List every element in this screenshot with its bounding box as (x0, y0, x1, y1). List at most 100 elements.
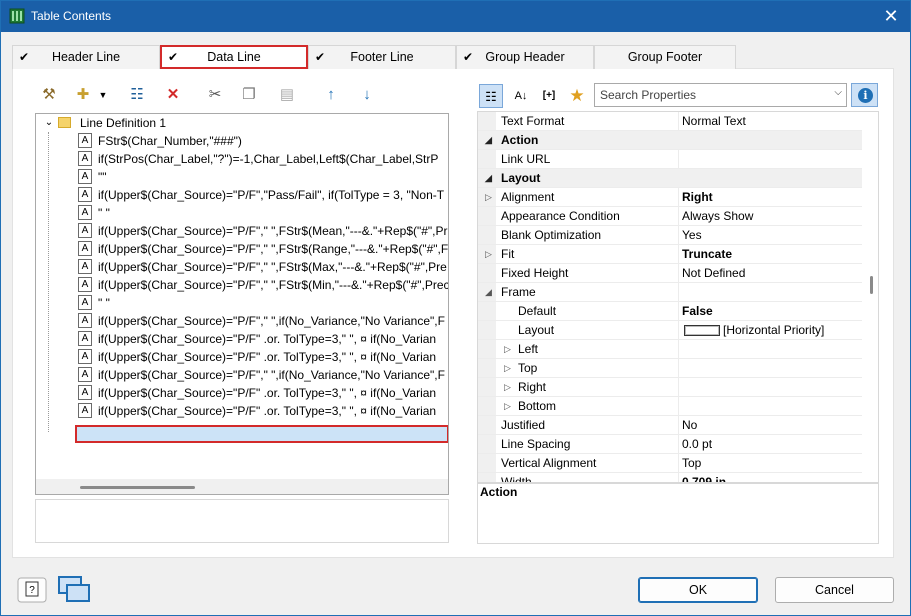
tree-item-label: if(Upper$(Char_Source)="P/F"," ",FStr$(R… (98, 242, 449, 256)
property-row[interactable]: ▷ Left (478, 340, 862, 359)
column-separator (678, 359, 679, 378)
search-placeholder: Search Properties (600, 88, 697, 102)
expand-icon[interactable]: ▷ (504, 378, 511, 396)
property-value[interactable]: Yes (682, 226, 702, 244)
property-value[interactable]: [Horizontal Priority] (723, 321, 824, 339)
checkmark-icon: ✔ (19, 50, 30, 64)
move-up-icon[interactable]: ↑ (319, 83, 343, 107)
tab-group-header[interactable]: ✔ Group Header (456, 45, 594, 69)
collapse-icon[interactable]: ◢ (485, 131, 492, 149)
expand-all-icon[interactable]: [+] (537, 84, 561, 108)
property-value[interactable]: 0.0 pt (682, 435, 712, 453)
property-row[interactable]: Layout [Horizontal Priority] (478, 321, 862, 340)
property-value[interactable]: 0.709 in (682, 473, 726, 482)
tab-label: Footer Line (350, 50, 414, 64)
cancel-button[interactable]: Cancel (775, 577, 894, 603)
column-separator (678, 245, 679, 264)
property-value[interactable]: Normal Text (682, 112, 746, 130)
property-row[interactable]: ▷ Fit Truncate (478, 245, 862, 264)
tree-item-label: if(Upper$(Char_Source)="P/F"," ",FStr$(M… (98, 278, 449, 292)
favorites-star-icon[interactable]: ★ (565, 84, 589, 108)
search-properties-combobox[interactable]: Search Properties ⌵ (594, 83, 847, 107)
wand-icon[interactable]: ⚒ (37, 83, 61, 107)
horizontal-scrollbar[interactable] (36, 479, 448, 494)
tab-label: Group Footer (627, 50, 703, 64)
expand-icon[interactable]: ▷ (504, 359, 511, 377)
window-title: Table Contents (31, 9, 112, 23)
expand-icon[interactable]: ▷ (485, 245, 492, 263)
close-icon[interactable]: ✕ (880, 5, 902, 27)
property-row[interactable]: ▷ Alignment Right (478, 188, 862, 207)
property-name: Alignment (501, 190, 555, 204)
expand-icon[interactable]: ▷ (504, 340, 511, 358)
ok-button[interactable]: OK (638, 577, 758, 603)
property-value[interactable]: Always Show (682, 207, 753, 225)
column-separator (678, 188, 679, 207)
property-category[interactable]: ◢ Action (478, 131, 862, 150)
property-value[interactable]: No (682, 416, 697, 434)
property-row[interactable]: ▷ Top (478, 359, 862, 378)
column-separator (678, 435, 679, 454)
property-description-panel: Action (477, 483, 879, 544)
tree-item-label: if(Upper$(Char_Source)="P/F","Pass/Fail"… (98, 188, 445, 202)
property-row[interactable]: ▷ Bottom (478, 397, 862, 416)
delete-icon[interactable]: ✕ (161, 83, 185, 107)
property-value[interactable]: False (682, 302, 713, 320)
expand-icon[interactable]: ▷ (485, 188, 492, 206)
tree-item-label: if(Upper$(Char_Source)="P/F"," ",if(No_V… (98, 314, 445, 328)
property-row[interactable]: Default False (478, 302, 862, 321)
tree-item-label: "" (98, 170, 107, 184)
folder-icon (58, 117, 71, 128)
collapse-icon[interactable]: ⌄ (44, 114, 54, 132)
property-value[interactable]: Top (682, 454, 701, 472)
windows-icon[interactable] (57, 575, 93, 603)
property-row[interactable]: ▷ Right (478, 378, 862, 397)
vertical-scrollbar[interactable] (864, 112, 878, 482)
properties-icon[interactable]: ☷ (125, 83, 149, 107)
scrollbar-thumb[interactable] (80, 486, 195, 489)
help-icon[interactable]: ? (17, 577, 47, 603)
property-grid[interactable]: Text Format Normal Text ◢ Action Link URL ◢ La… (477, 111, 879, 483)
copy-icon[interactable]: ❐ (237, 83, 261, 107)
line-definition-tree[interactable]: ⌄ Line Definition 1 A FStr$(Char_Number,"… (35, 113, 449, 495)
collapse-icon[interactable]: ◢ (485, 169, 492, 187)
categorized-icon[interactable]: ☷ (479, 84, 503, 108)
column-separator (678, 473, 679, 482)
property-row[interactable]: Link URL (478, 150, 862, 169)
property-value[interactable]: Truncate (682, 245, 732, 263)
tab-footer-line[interactable]: ✔ Footer Line (308, 45, 456, 69)
property-row[interactable]: Appearance Condition Always Show (478, 207, 862, 226)
column-separator (678, 207, 679, 226)
property-category[interactable]: ◢ Layout (478, 169, 862, 188)
paste-icon[interactable]: ▤ (275, 83, 299, 107)
title-bar: Table Contents ✕ (1, 1, 910, 32)
scrollbar-thumb[interactable] (870, 276, 873, 294)
property-row[interactable]: ◢ Frame (478, 283, 862, 302)
cut-icon[interactable]: ✂ (203, 83, 227, 107)
property-row[interactable]: Justified No (478, 416, 862, 435)
frame-swatch-icon (684, 325, 720, 336)
property-row[interactable]: Line Spacing 0.0 pt (478, 435, 862, 454)
column-separator (678, 321, 679, 340)
chevron-down-icon[interactable]: ⌵ (834, 87, 842, 98)
property-row[interactable]: Blank Optimization Yes (478, 226, 862, 245)
property-row[interactable]: Fixed Height Not Defined (478, 264, 862, 283)
tab-data-line[interactable]: ✔ Data Line (160, 45, 308, 69)
text-field-icon: A (78, 205, 92, 220)
tab-label: Group Header (485, 50, 565, 64)
dropdown-arrow-icon[interactable]: ▼ (91, 83, 115, 107)
info-button[interactable]: i (851, 83, 878, 107)
tab-group-footer[interactable]: Group Footer (594, 45, 736, 69)
move-down-icon[interactable]: ↓ (355, 83, 379, 107)
expand-icon[interactable]: ▷ (504, 397, 511, 415)
sort-alpha-icon[interactable]: A↓ (509, 84, 533, 108)
tab-strip: ✔ Header Line ✔ Data Line ✔ Footer Line ✔ Gr… (12, 45, 892, 69)
column-separator (678, 397, 679, 416)
property-row[interactable]: Width 0.709 in (478, 473, 862, 482)
property-value[interactable]: Right (682, 188, 713, 206)
property-row[interactable]: Vertical Alignment Top (478, 454, 862, 473)
collapse-icon[interactable]: ◢ (485, 283, 492, 301)
tab-header-line[interactable]: ✔ Header Line (12, 45, 160, 69)
property-value[interactable]: Not Defined (682, 264, 745, 282)
property-row[interactable]: Text Format Normal Text (478, 112, 862, 131)
